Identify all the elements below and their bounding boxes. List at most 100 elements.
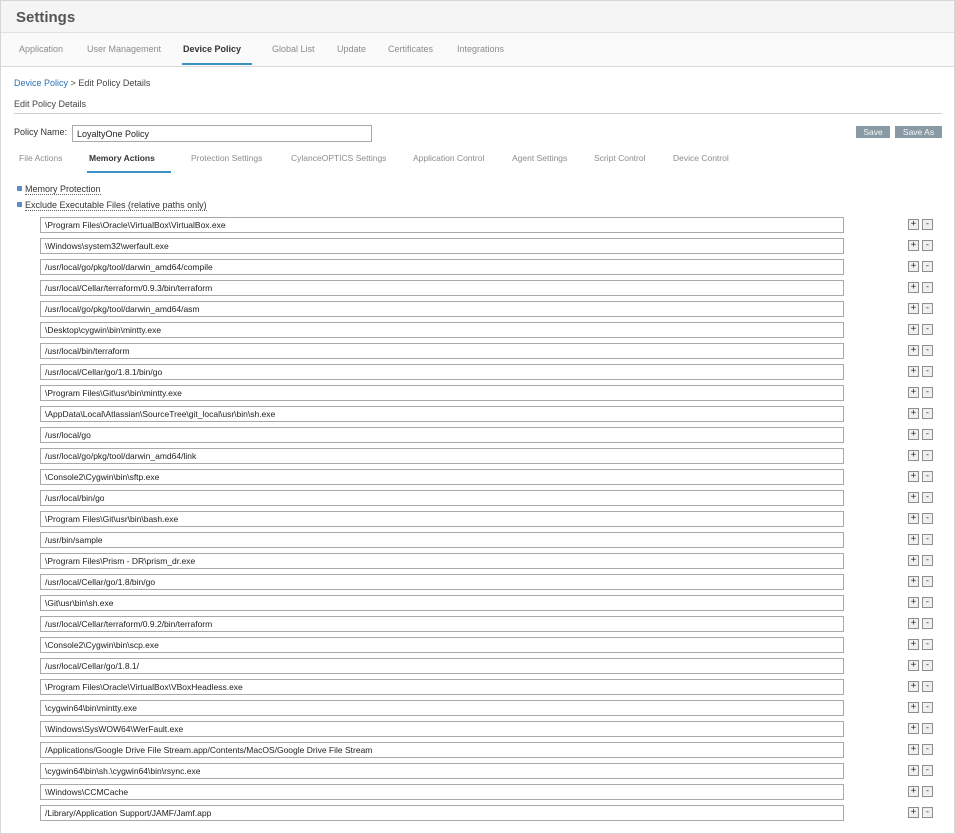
- memory-protection-checkbox[interactable]: [17, 186, 22, 192]
- exclusion-path-input[interactable]: [40, 322, 844, 338]
- tab-device-policy[interactable]: Device Policy: [183, 44, 241, 54]
- subtab-device-control[interactable]: Device Control: [673, 153, 729, 163]
- memory-protection-option[interactable]: Memory Protection: [17, 184, 101, 195]
- exclusion-path-input[interactable]: [40, 784, 844, 800]
- exclusion-path-input[interactable]: [40, 805, 844, 821]
- add-row-button[interactable]: +: [908, 324, 919, 335]
- exclusion-path-input[interactable]: [40, 721, 844, 737]
- remove-row-button[interactable]: -: [922, 429, 933, 440]
- add-row-button[interactable]: +: [908, 723, 919, 734]
- subtab-application-control[interactable]: Application Control: [413, 153, 484, 163]
- remove-row-button[interactable]: -: [922, 387, 933, 398]
- exclusion-path-input[interactable]: [40, 742, 844, 758]
- remove-row-button[interactable]: -: [922, 492, 933, 503]
- exclusion-path-input[interactable]: [40, 280, 844, 296]
- add-row-button[interactable]: +: [908, 471, 919, 482]
- remove-row-button[interactable]: -: [922, 681, 933, 692]
- exclusion-path-input[interactable]: [40, 406, 844, 422]
- add-row-button[interactable]: +: [908, 513, 919, 524]
- add-row-button[interactable]: +: [908, 366, 919, 377]
- exclusion-path-input[interactable]: [40, 301, 844, 317]
- exclude-files-checkbox[interactable]: [17, 202, 22, 208]
- exclusion-path-input[interactable]: [40, 595, 844, 611]
- subtab-cylanceoptics-settings[interactable]: CylanceOPTICS Settings: [291, 153, 386, 163]
- exclusion-path-input[interactable]: [40, 238, 844, 254]
- exclusion-path-input[interactable]: [40, 616, 844, 632]
- subtab-agent-settings[interactable]: Agent Settings: [512, 153, 567, 163]
- add-row-button[interactable]: +: [908, 597, 919, 608]
- remove-row-button[interactable]: -: [922, 534, 933, 545]
- remove-row-button[interactable]: -: [922, 597, 933, 608]
- remove-row-button[interactable]: -: [922, 219, 933, 230]
- tab-user-management[interactable]: User Management: [87, 44, 161, 54]
- remove-row-button[interactable]: -: [922, 282, 933, 293]
- add-row-button[interactable]: +: [908, 702, 919, 713]
- exclude-files-label[interactable]: Exclude Executable Files (relative paths…: [25, 200, 207, 211]
- add-row-button[interactable]: +: [908, 240, 919, 251]
- exclusion-path-input[interactable]: [40, 490, 844, 506]
- save-button[interactable]: Save: [856, 126, 890, 138]
- exclusion-path-input[interactable]: [40, 637, 844, 653]
- add-row-button[interactable]: +: [908, 534, 919, 545]
- exclusion-path-input[interactable]: [40, 658, 844, 674]
- exclusion-path-input[interactable]: [40, 427, 844, 443]
- add-row-button[interactable]: +: [908, 765, 919, 776]
- remove-row-button[interactable]: -: [922, 408, 933, 419]
- add-row-button[interactable]: +: [908, 639, 919, 650]
- exclusion-path-input[interactable]: [40, 448, 844, 464]
- add-row-button[interactable]: +: [908, 450, 919, 461]
- exclude-files-option[interactable]: Exclude Executable Files (relative paths…: [17, 200, 207, 211]
- remove-row-button[interactable]: -: [922, 744, 933, 755]
- remove-row-button[interactable]: -: [922, 576, 933, 587]
- remove-row-button[interactable]: -: [922, 366, 933, 377]
- remove-row-button[interactable]: -: [922, 618, 933, 629]
- tab-update[interactable]: Update: [337, 44, 366, 54]
- remove-row-button[interactable]: -: [922, 555, 933, 566]
- add-row-button[interactable]: +: [908, 261, 919, 272]
- tab-application[interactable]: Application: [19, 44, 63, 54]
- add-row-button[interactable]: +: [908, 618, 919, 629]
- remove-row-button[interactable]: -: [922, 324, 933, 335]
- exclusion-path-input[interactable]: [40, 469, 844, 485]
- remove-row-button[interactable]: -: [922, 786, 933, 797]
- add-row-button[interactable]: +: [908, 429, 919, 440]
- add-row-button[interactable]: +: [908, 807, 919, 818]
- memory-protection-label[interactable]: Memory Protection: [25, 184, 101, 195]
- add-row-button[interactable]: +: [908, 786, 919, 797]
- remove-row-button[interactable]: -: [922, 702, 933, 713]
- add-row-button[interactable]: +: [908, 744, 919, 755]
- exclusion-path-input[interactable]: [40, 553, 844, 569]
- add-row-button[interactable]: +: [908, 681, 919, 692]
- remove-row-button[interactable]: -: [922, 639, 933, 650]
- add-row-button[interactable]: +: [908, 282, 919, 293]
- add-row-button[interactable]: +: [908, 576, 919, 587]
- add-row-button[interactable]: +: [908, 660, 919, 671]
- exclusion-path-input[interactable]: [40, 343, 844, 359]
- add-row-button[interactable]: +: [908, 345, 919, 356]
- exclusion-path-input[interactable]: [40, 574, 844, 590]
- add-row-button[interactable]: +: [908, 303, 919, 314]
- remove-row-button[interactable]: -: [922, 807, 933, 818]
- exclusion-path-input[interactable]: [40, 679, 844, 695]
- breadcrumb-device-policy-link[interactable]: Device Policy: [14, 78, 68, 88]
- remove-row-button[interactable]: -: [922, 240, 933, 251]
- remove-row-button[interactable]: -: [922, 513, 933, 524]
- remove-row-button[interactable]: -: [922, 471, 933, 482]
- exclusion-path-input[interactable]: [40, 532, 844, 548]
- add-row-button[interactable]: +: [908, 492, 919, 503]
- exclusion-path-input[interactable]: [40, 700, 844, 716]
- subtab-memory-actions[interactable]: Memory Actions: [89, 153, 155, 163]
- remove-row-button[interactable]: -: [922, 450, 933, 461]
- add-row-button[interactable]: +: [908, 555, 919, 566]
- remove-row-button[interactable]: -: [922, 723, 933, 734]
- remove-row-button[interactable]: -: [922, 765, 933, 776]
- exclusion-path-input[interactable]: [40, 385, 844, 401]
- save-as-button[interactable]: Save As: [895, 126, 942, 138]
- exclusion-path-input[interactable]: [40, 364, 844, 380]
- subtab-file-actions[interactable]: File Actions: [19, 153, 62, 163]
- exclusion-path-input[interactable]: [40, 511, 844, 527]
- tab-certificates[interactable]: Certificates: [388, 44, 433, 54]
- subtab-protection-settings[interactable]: Protection Settings: [191, 153, 262, 163]
- tab-global-list[interactable]: Global List: [272, 44, 315, 54]
- exclusion-path-input[interactable]: [40, 259, 844, 275]
